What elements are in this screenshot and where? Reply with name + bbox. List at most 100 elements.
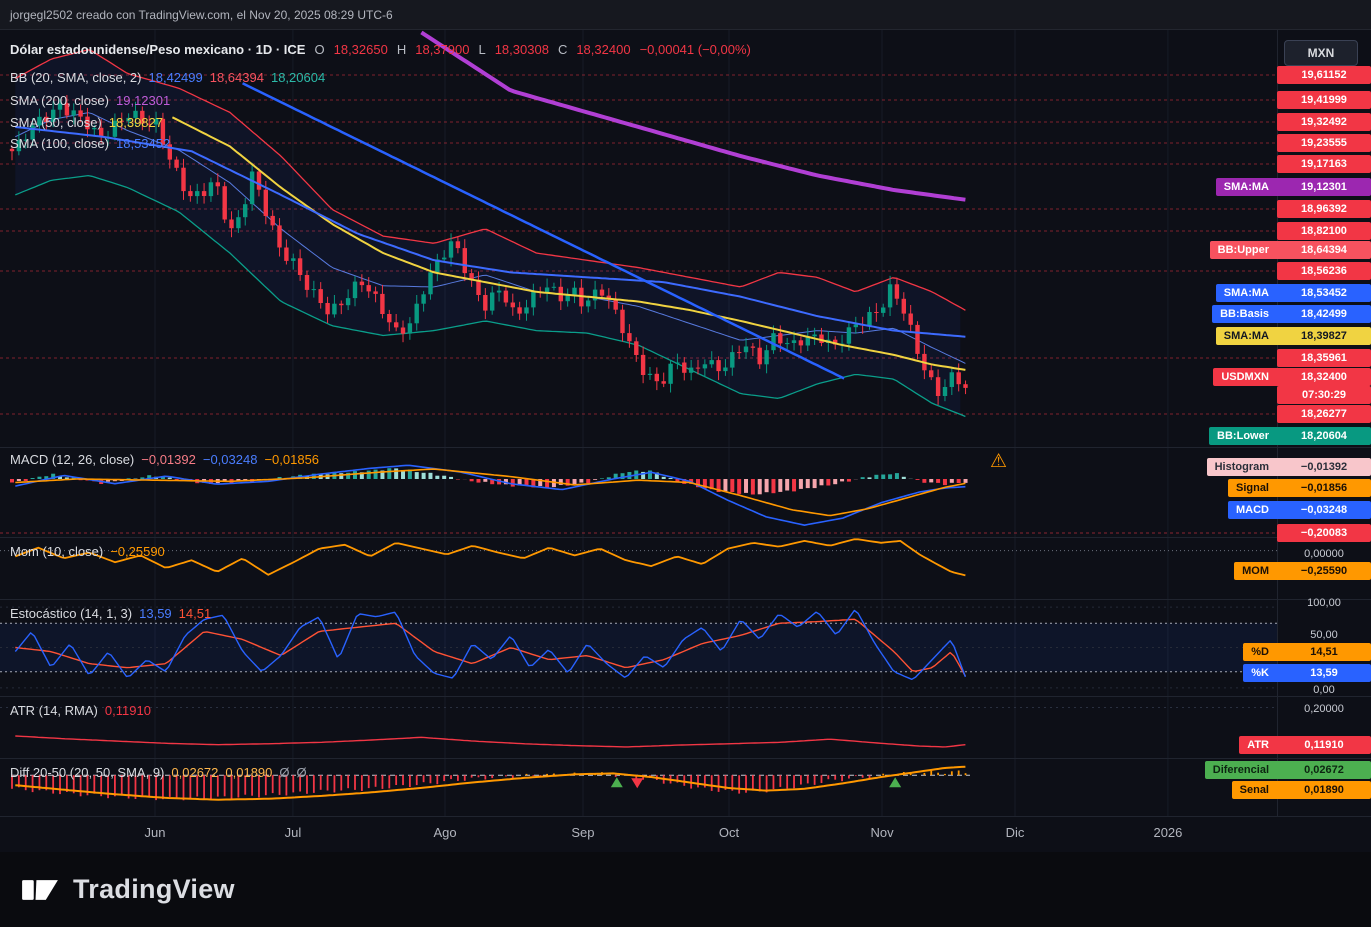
attribution-text: jorgegl2502 creado con TradingView.com, … [10, 7, 393, 22]
buy-marker-icon[interactable] [610, 777, 623, 788]
legend-macd[interactable]: MACD (12, 26, close) −0,01392 −0,03248 −0,0… [10, 452, 319, 467]
badge-value: 19,17163 [1301, 158, 1347, 170]
badge-label: MACD [1236, 504, 1269, 516]
axis-price-badge: 18,26277 [1277, 405, 1371, 423]
attribution-bar: jorgegl2502 creado con TradingView.com, … [0, 0, 1371, 30]
badge-value: 18,64394 [1301, 244, 1347, 256]
badge-value: 18,56236 [1301, 265, 1347, 277]
badge-value: 18,35961 [1301, 352, 1347, 364]
axis-badge-mom: MOM −0,25590 [1234, 562, 1371, 580]
time-axis-label-jun: Jun [144, 825, 166, 840]
badge-value: −0,25590 [1300, 565, 1348, 577]
legend-macd-value: −0,03248 [202, 452, 258, 467]
legend-sma50-value: 18,39827 [108, 115, 163, 130]
badge-value: −0,01392 [1300, 461, 1348, 473]
axis-price-badge: 19,17163 [1277, 155, 1371, 173]
tradingview-logo[interactable] [20, 873, 60, 907]
buy-marker-icon[interactable] [889, 777, 902, 788]
footer: TradingView [0, 852, 1371, 927]
legend-macd-value: −0,01856 [264, 452, 320, 467]
pane-mom-canvas[interactable] [0, 537, 1277, 599]
legend-bb-title: BB (20, SMA, close, 2) [10, 70, 142, 85]
legend-symbol-title: Dólar estadounidense/Peso mexicano · 1D … [10, 42, 306, 57]
axis-badge-sma-ma: SMA:MA 18,53452 [1215, 284, 1371, 302]
legend-sma200-title: SMA (200, close) [10, 93, 109, 108]
axis-badge-signal: Signal −0,01856 [1227, 479, 1371, 497]
badge-label: BB:Lower [1217, 430, 1269, 442]
pane-separator[interactable] [0, 537, 1371, 538]
legend-sma100-title: SMA (100, close) [10, 136, 109, 151]
badge-value: 18,53452 [1301, 287, 1347, 299]
warning-icon[interactable]: ⚠ [990, 450, 1007, 473]
legend-diff-20-50[interactable]: Diff 20-50 (20, 50, SMA, 9) 0,02672 0,0189… [10, 765, 307, 780]
legend-sma50[interactable]: SMA (50, close) 18,39827 [10, 115, 163, 130]
legend-symbol[interactable]: Dólar estadounidense/Peso mexicano · 1D … [10, 42, 751, 57]
ohlc-token: L [478, 42, 486, 57]
badge-label: MOM [1242, 565, 1269, 577]
axis-price-badge: 07:30:29 [1277, 386, 1371, 404]
badge-value: 18,96392 [1301, 203, 1347, 215]
tradingview-wordmark[interactable]: TradingView [73, 874, 235, 905]
legend-atr[interactable]: ATR (14, RMA) 0,11910 [10, 703, 151, 718]
axis-price-badge: 18,56236 [1277, 262, 1371, 280]
badge-value: 19,32492 [1301, 116, 1347, 128]
time-axis-label-nov: Nov [870, 825, 894, 840]
badge-value: 18,26277 [1301, 408, 1347, 420]
time-axis-label-jul: Jul [284, 825, 302, 840]
pane-atr-canvas[interactable] [0, 696, 1277, 758]
axis-badge-histogram: Histogram −0,01392 [1206, 458, 1371, 476]
badge-label: USDMXN [1221, 371, 1269, 383]
legend-mom-value: −0,25590 [110, 544, 165, 559]
axis-badge-bb-lower: BB:Lower 18,20604 [1209, 427, 1371, 445]
axis-price-badge: −0,20083 [1277, 524, 1371, 542]
axis-badge-senal: Senal 0,01890 [1231, 781, 1371, 799]
axis-value-label: 0,00 [1313, 684, 1335, 696]
badge-label: SMA:MA [1223, 181, 1269, 193]
time-axis-label-oct: Oct [718, 825, 740, 840]
pane-main-canvas[interactable] [0, 30, 1277, 447]
legend-sma200-value: 19,12301 [116, 93, 171, 108]
ohlc-token: O [314, 42, 325, 57]
currency-toggle-button[interactable]: MXN [1284, 40, 1358, 66]
axis-price-badge: 19,32492 [1277, 113, 1371, 131]
badge-value: 19,23555 [1301, 137, 1347, 149]
legend-stochastic[interactable]: Estocástico (14, 1, 3) 13,59 14,51 [10, 606, 211, 621]
legend-sma100[interactable]: SMA (100, close) 18,53452 [10, 136, 170, 151]
badge-value: −0,20083 [1300, 527, 1348, 539]
pane-separator[interactable] [0, 447, 1371, 448]
chart-area[interactable]: Dólar estadounidense/Peso mexicano · 1D … [0, 30, 1371, 852]
legend-stochastic-value: 14,51 [178, 606, 212, 621]
ohlc-token: C [557, 42, 568, 57]
badge-label: SMA:MA [1223, 287, 1269, 299]
pane-separator[interactable] [0, 758, 1371, 759]
legend-macd-value: −0,01392 [141, 452, 196, 467]
badge-value: 19,41999 [1301, 94, 1347, 106]
legend-sma200[interactable]: SMA (200, close) 19,12301 [10, 93, 170, 108]
badge-label: BB:Upper [1217, 244, 1269, 256]
pane-separator[interactable] [0, 696, 1371, 697]
axis-badge-atr: ATR 0,11910 [1239, 736, 1371, 754]
axis-price-badge: 19,41999 [1277, 91, 1371, 109]
ohlc-token: 18,30308 [494, 42, 549, 57]
axis-badge-bb-basis: BB:Basis 18,42499 [1212, 305, 1371, 323]
time-axis-label-2026: 2026 [1153, 825, 1183, 840]
ohlc-token: 18,32400 [576, 42, 631, 57]
legend-diff-20-50-value: 0,01890 [225, 765, 273, 780]
axis-price-badge: 18,96392 [1277, 200, 1371, 218]
axis-price-badge: 19,61152 [1277, 66, 1371, 84]
time-axis[interactable]: Jun Jul Ago Sep Oct Nov Dic 2026 [0, 816, 1371, 852]
badge-label: %D [1251, 646, 1269, 658]
legend-diff-20-50-value: Ø [279, 765, 290, 780]
pane-separator[interactable] [0, 599, 1371, 600]
time-axis-label-sep: Sep [571, 825, 595, 840]
legend-mom[interactable]: Mom (10, close) −0,25590 [10, 544, 165, 559]
legend-mom-title: Mom (10, close) [10, 544, 104, 559]
badge-label: ATR [1247, 739, 1269, 751]
sell-marker-icon[interactable] [631, 778, 644, 789]
ohlc-token: H [396, 42, 407, 57]
legend-bb-value: 18,20604 [270, 70, 326, 85]
legend-bb[interactable]: BB (20, SMA, close, 2) 18,42499 18,64394 18… [10, 70, 325, 85]
time-axis-label-dic: Dic [1005, 825, 1025, 840]
badge-value: 0,02672 [1304, 764, 1344, 776]
legend-diff-20-50-title: Diff 20-50 (20, 50, SMA, 9) [10, 765, 165, 780]
